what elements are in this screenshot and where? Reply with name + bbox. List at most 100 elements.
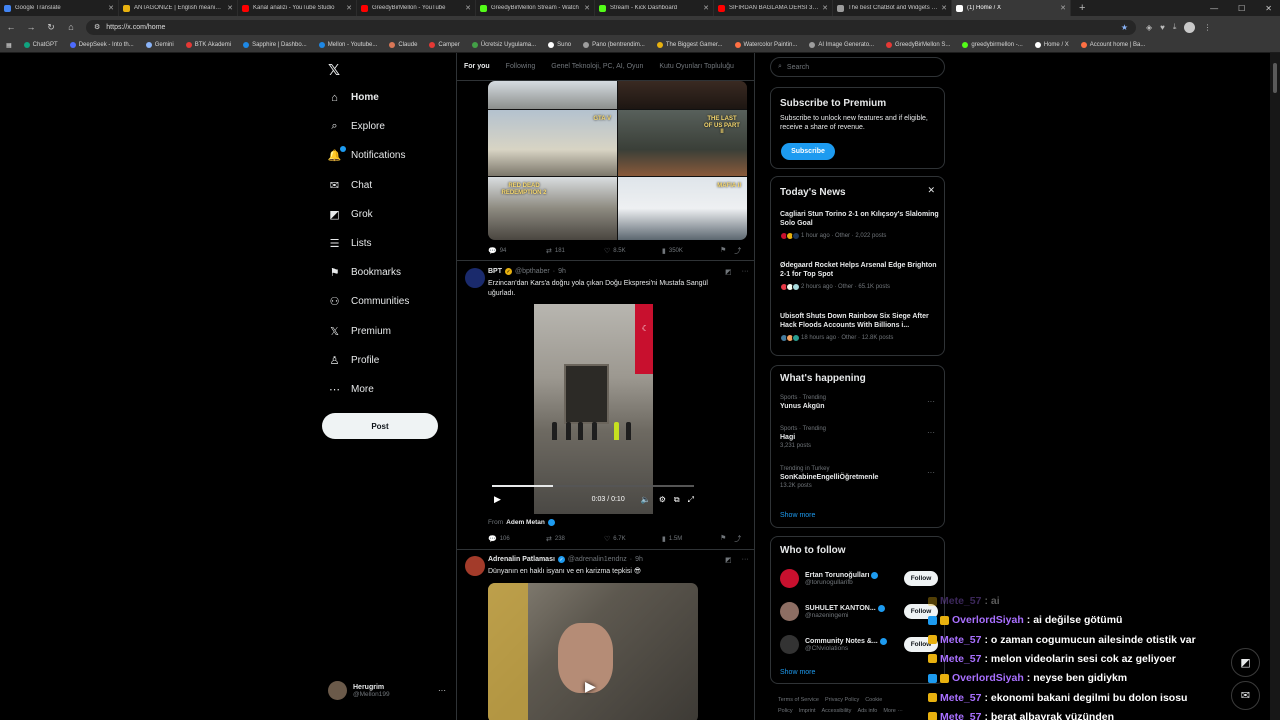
author-name[interactable]: Adrenalin Patlaması <box>488 556 555 563</box>
bookmark-item[interactable]: Suno <box>548 42 571 48</box>
play-icon[interactable]: ▶ <box>494 494 501 505</box>
nav-item-chat[interactable]: ✉ Chat <box>328 179 372 192</box>
more-icon[interactable]: ··· <box>438 686 446 695</box>
minimize-icon[interactable]: — <box>1210 4 1218 13</box>
tab-close-icon[interactable]: ✕ <box>108 4 114 12</box>
nav-item-profile[interactable]: ♙ Profile <box>328 354 380 367</box>
site-info-icon[interactable]: ⚙ <box>94 23 100 31</box>
browser-tab[interactable]: GreedyBirMellon - YouTube ✕ <box>357 0 476 16</box>
news-item[interactable]: Cagliari Stun Torino 2-1 on Kılıçsoy's S… <box>780 210 940 240</box>
home-icon[interactable]: ⌂ <box>66 22 76 32</box>
more-icon[interactable]: ··· <box>927 468 935 477</box>
fullscreen-icon[interactable]: ⤢ <box>688 495 694 505</box>
reload-icon[interactable]: ↻ <box>46 22 56 33</box>
avatar[interactable] <box>465 268 485 288</box>
account-switcher[interactable]: Herugrim @Mellon199 ··· <box>328 681 446 700</box>
grid-image[interactable]: MAFIA II <box>618 177 747 240</box>
tab-close-icon[interactable]: ✕ <box>1060 4 1066 12</box>
news-item[interactable]: Ødegaard Rocket Helps Arsenal Edge Brigh… <box>780 261 940 291</box>
feed-tab[interactable]: Following <box>506 63 536 70</box>
browser-tab[interactable]: (1) Home / X ✕ <box>952 0 1071 16</box>
grok-icon[interactable]: ◩ <box>725 268 732 276</box>
nav-item-communities[interactable]: ⚇ Communities <box>328 295 410 308</box>
browser-tab[interactable]: Stream - Kick Dashboard ✕ <box>595 0 714 16</box>
feed-tab[interactable]: Genel Teknoloji, PC, AI, Oyun <box>551 63 643 70</box>
tweet-time[interactable]: 9h <box>558 268 566 275</box>
feed-tab[interactable]: Kutu Oyunları Topluluğu <box>659 63 734 70</box>
trend-item[interactable]: Sports · Trending Hagi 3,231 posts <box>780 426 940 449</box>
more-icon[interactable]: ··· <box>742 268 749 276</box>
grid-image[interactable]: RED DEAD REDEMPTION 2 <box>488 177 617 240</box>
bookmark-item[interactable]: Watercolor Paintin... <box>734 42 797 48</box>
more-icon[interactable]: ··· <box>927 428 935 437</box>
subscribe-button[interactable]: Subscribe <box>781 143 835 160</box>
more-icon[interactable]: ··· <box>927 397 935 406</box>
bookmark-item[interactable]: Pano (bentrendim... <box>583 42 645 48</box>
page-scrollbar[interactable] <box>1270 53 1280 720</box>
views-button[interactable]: ▮ 350K <box>662 247 720 255</box>
tab-close-icon[interactable]: ✕ <box>822 4 828 12</box>
bookmark-item[interactable]: DeepSeek - Into th... <box>69 42 134 48</box>
more-icon[interactable]: ··· <box>742 556 749 564</box>
grid-image[interactable] <box>488 81 617 109</box>
share-icon[interactable]: ⤴ <box>734 246 741 256</box>
maximize-icon[interactable]: ☐ <box>1238 4 1245 13</box>
scrollbar-thumb[interactable] <box>1273 63 1277 93</box>
forward-icon[interactable]: → <box>26 22 36 32</box>
grok-icon[interactable]: ◩ <box>725 556 732 564</box>
footer-link[interactable]: Accessibility <box>821 708 851 714</box>
bookmark-item[interactable]: Mellon - Youtube... <box>318 42 377 48</box>
repost-button[interactable]: ⇄ 181 <box>546 247 604 255</box>
like-button[interactable]: ♡ 8.5K <box>604 247 662 255</box>
bookmark-item[interactable]: GreedyBirMellon S... <box>886 42 950 48</box>
grid-image[interactable]: THE LAST OF US PART II <box>618 110 747 176</box>
avatar[interactable] <box>465 556 485 576</box>
volume-icon[interactable]: 🔈 <box>641 495 651 504</box>
nav-item-more[interactable]: ⋯ More <box>328 383 374 396</box>
bookmark-item[interactable]: Gemini <box>145 42 174 48</box>
trend-item[interactable]: Trending in Turkey SonKabineEngelliÖğretm… <box>780 466 940 489</box>
tweet-image-grid[interactable]: GTA V THE LAST OF US PART II RED DEAD RE… <box>488 81 747 240</box>
nav-item-premium[interactable]: 𝕏 Premium <box>328 325 391 338</box>
bookmark-item[interactable]: Ücretsiz Uygulama... <box>471 42 536 48</box>
play-icon[interactable]: ▶ <box>585 678 596 695</box>
browser-tab[interactable]: ANTAGONIZE | English meaning - ✕ <box>119 0 238 16</box>
settings-icon[interactable]: ⚙ <box>659 495 666 504</box>
nav-item-lists[interactable]: ☰ Lists <box>328 237 372 250</box>
bookmark-icon[interactable]: ⚑ <box>720 534 726 544</box>
reply-button[interactable]: 💬 94 <box>488 247 546 255</box>
source-author[interactable]: Adem Metan <box>506 519 545 526</box>
pip-icon[interactable]: ⧉ <box>674 495 680 505</box>
grok-floating-icon[interactable]: ◩ <box>1231 648 1260 677</box>
views-button[interactable]: ▮ 1.5M <box>662 535 720 543</box>
footer-link[interactable]: Ads info <box>857 708 877 714</box>
close-window-icon[interactable]: ✕ <box>1265 4 1272 13</box>
new-tab-button[interactable]: + <box>1079 2 1085 14</box>
bookmark-item[interactable]: BTK Akademi <box>185 42 231 48</box>
url-field[interactable]: ⚙ https://x.com/home ★ <box>86 19 1136 35</box>
footer-link[interactable]: Imprint <box>799 708 816 714</box>
browser-tab[interactable]: Kanal analizi - YouTube Studio ✕ <box>238 0 357 16</box>
browser-tab[interactable]: The best ChatBot and Widgets for ✕ <box>833 0 952 16</box>
repost-button[interactable]: ⇄ 238 <box>546 535 604 543</box>
bookmark-item[interactable]: Home / X <box>1034 42 1069 48</box>
follow-button[interactable]: Follow <box>904 571 938 586</box>
bookmark-item[interactable]: AI Image Generato... <box>809 42 874 48</box>
tab-close-icon[interactable]: ✕ <box>703 4 709 12</box>
messages-floating-icon[interactable]: ✉ <box>1231 681 1260 710</box>
nav-item-explore[interactable]: ⌕ Explore <box>328 120 385 133</box>
trend-item[interactable]: Sports · Trending Yunus Akgün <box>780 395 940 410</box>
tweet-time[interactable]: 9h <box>635 556 643 563</box>
nav-item-notifications[interactable]: 🔔 Notifications <box>328 146 405 162</box>
back-icon[interactable]: ← <box>6 22 16 32</box>
bookmark-item[interactable]: Sapphire | Dashbo... <box>243 42 307 48</box>
video-progress-bar[interactable] <box>492 485 694 487</box>
tab-close-icon[interactable]: ✕ <box>227 4 233 12</box>
menu-icon[interactable]: ⋮ <box>1203 23 1211 32</box>
like-button[interactable]: ♡ 6.7K <box>604 535 662 543</box>
extension-icon[interactable]: ♥ <box>1160 23 1165 32</box>
x-logo-icon[interactable]: 𝕏 <box>328 61 340 79</box>
bookmark-item[interactable]: Claude <box>389 42 417 48</box>
author-handle[interactable]: @bpthaber <box>515 268 550 275</box>
post-button[interactable]: Post <box>322 413 438 439</box>
